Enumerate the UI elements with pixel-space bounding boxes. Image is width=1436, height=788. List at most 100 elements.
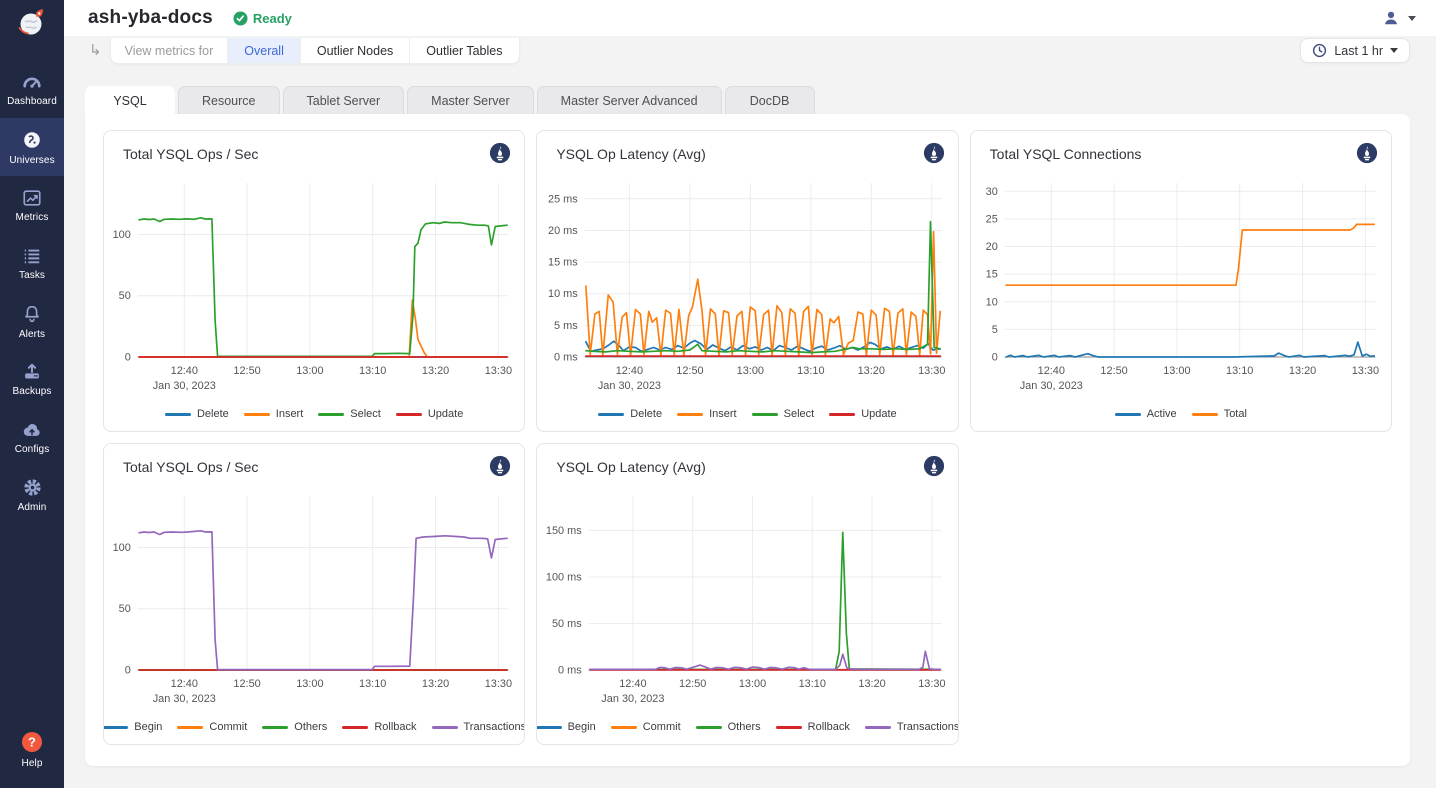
- legend-item[interactable]: Begin: [536, 721, 595, 733]
- legend-item[interactable]: Rollback: [342, 721, 416, 733]
- prometheus-link[interactable]: [489, 142, 511, 164]
- svg-text:0 ms: 0 ms: [554, 351, 578, 363]
- legend-item[interactable]: Commit: [177, 721, 247, 733]
- svg-text:12:50: 12:50: [1100, 365, 1127, 377]
- sidebar-item-tasks[interactable]: Tasks: [0, 234, 64, 292]
- legend-label: Delete: [197, 408, 229, 420]
- chart-plot[interactable]: 12:40Jan 30, 202312:5013:0013:1013:2013:…: [971, 170, 1391, 400]
- svg-text:13:20: 13:20: [422, 365, 449, 377]
- svg-text:0: 0: [125, 664, 131, 676]
- status-badge: Ready: [233, 11, 292, 26]
- status-text: Ready: [253, 11, 292, 26]
- sidebar-item-configs[interactable]: Configs: [0, 408, 64, 466]
- svg-text:50: 50: [119, 603, 131, 615]
- tab-resource[interactable]: Resource: [178, 86, 280, 114]
- legend-item[interactable]: Insert: [244, 408, 304, 420]
- content-area: ↳ View metrics for Overall Outlier Nodes…: [64, 36, 1436, 788]
- legend-swatch: [865, 726, 891, 729]
- legend-item[interactable]: Transactions: [865, 721, 959, 733]
- sidebar-item-backups[interactable]: Backups: [0, 350, 64, 408]
- prometheus-link[interactable]: [489, 455, 511, 477]
- sidebar-item-metrics[interactable]: Metrics: [0, 176, 64, 234]
- legend-swatch: [165, 413, 191, 416]
- chart-legend: Active Total: [971, 408, 1391, 420]
- scope-tab-outlier-nodes[interactable]: Outlier Nodes: [300, 38, 409, 63]
- legend-item[interactable]: Begin: [103, 721, 162, 733]
- user-menu[interactable]: [1381, 8, 1416, 28]
- svg-text:12:50: 12:50: [679, 678, 706, 690]
- svg-text:13:10: 13:10: [359, 365, 386, 377]
- legend-item[interactable]: Others: [696, 721, 761, 733]
- chart-title: Total YSQL Ops / Sec: [104, 444, 524, 475]
- svg-text:5: 5: [991, 324, 997, 336]
- tab-master-server-advanced[interactable]: Master Server Advanced: [537, 86, 722, 114]
- legend-item[interactable]: Rollback: [776, 721, 850, 733]
- sidebar-gap: [0, 46, 64, 60]
- legend-item[interactable]: Active: [1115, 408, 1177, 420]
- metrics-toolbar: ↳ View metrics for Overall Outlier Nodes…: [85, 38, 1410, 64]
- svg-text:5 ms: 5 ms: [554, 320, 578, 332]
- sidebar-item-label: Configs: [15, 444, 50, 455]
- svg-text:20: 20: [985, 241, 997, 253]
- chart-plot[interactable]: 12:40Jan 30, 202312:5013:0013:1013:2013:…: [537, 170, 957, 400]
- legend-item[interactable]: Update: [396, 408, 463, 420]
- sidebar-item-universes[interactable]: Universes: [0, 118, 64, 176]
- legend-swatch: [103, 726, 128, 729]
- scope-tab-overall[interactable]: Overall: [227, 38, 300, 63]
- sidebar-item-label: Help: [22, 758, 43, 769]
- chevron-down-icon: [1390, 48, 1398, 53]
- legend-swatch: [611, 726, 637, 729]
- yugabyte-logo[interactable]: [0, 0, 64, 46]
- sidebar-item-admin[interactable]: Admin: [0, 466, 64, 524]
- legend-label: Commit: [209, 721, 247, 733]
- legend-item[interactable]: Insert: [677, 408, 737, 420]
- tab-tablet-server[interactable]: Tablet Server: [283, 86, 405, 114]
- legend-label: Update: [428, 408, 463, 420]
- tab-master-server[interactable]: Master Server: [407, 86, 534, 114]
- sidebar-item-alerts[interactable]: Alerts: [0, 292, 64, 350]
- svg-text:20 ms: 20 ms: [548, 225, 578, 237]
- legend-item[interactable]: Update: [829, 408, 896, 420]
- sidebar-item-help[interactable]: ? Help: [0, 720, 64, 778]
- time-range-dropdown[interactable]: Last 1 hr: [1300, 38, 1410, 63]
- svg-text:Jan 30, 2023: Jan 30, 2023: [1019, 380, 1082, 392]
- legend-item[interactable]: Select: [752, 408, 815, 420]
- chart-card: YSQL Op Latency (Avg) 12:40Jan 30, 20231…: [536, 130, 958, 432]
- legend-item[interactable]: Others: [262, 721, 327, 733]
- svg-text:30: 30: [985, 186, 997, 198]
- charts-panel: Total YSQL Ops / Sec 12:40Jan 30, 202312…: [85, 114, 1410, 766]
- question-circle-icon: ?: [20, 730, 44, 754]
- sidebar-item-label: Dashboard: [7, 96, 57, 107]
- scope-tab-outlier-tables[interactable]: Outlier Tables: [409, 38, 518, 63]
- sidebar-item-label: Alerts: [19, 329, 45, 340]
- chart-legend: Begin Commit Others Rollback Transactions: [104, 721, 524, 733]
- chart-plot[interactable]: 12:40Jan 30, 202312:5013:0013:1013:2013:…: [537, 483, 957, 713]
- view-metrics-label: View metrics for: [111, 38, 228, 63]
- page-header: ash-yba-docs Ready: [64, 0, 1436, 36]
- legend-item[interactable]: Delete: [165, 408, 229, 420]
- svg-text:13:10: 13:10: [799, 678, 826, 690]
- legend-swatch: [752, 413, 778, 416]
- svg-text:100: 100: [113, 229, 131, 241]
- svg-text:Jan 30, 2023: Jan 30, 2023: [602, 693, 665, 705]
- prometheus-link[interactable]: [1356, 142, 1378, 164]
- sidebar-item-dashboard[interactable]: Dashboard: [0, 60, 64, 118]
- cloud-upload-icon: [21, 420, 43, 440]
- metrics-chart-icon: [21, 188, 43, 208]
- tab-docdb[interactable]: DocDB: [725, 86, 815, 114]
- chart-plot[interactable]: 12:40Jan 30, 202312:5013:0013:1013:2013:…: [104, 170, 524, 400]
- prometheus-link[interactable]: [923, 455, 945, 477]
- legend-swatch: [1115, 413, 1141, 416]
- tab-ysql[interactable]: YSQL: [85, 86, 175, 114]
- chart-card: Total YSQL Ops / Sec 12:40Jan 30, 202312…: [103, 130, 525, 432]
- legend-swatch: [829, 413, 855, 416]
- legend-label: Update: [861, 408, 896, 420]
- prometheus-link[interactable]: [923, 142, 945, 164]
- chart-plot[interactable]: 12:40Jan 30, 202312:5013:0013:1013:2013:…: [104, 483, 524, 713]
- svg-text:13:10: 13:10: [1226, 365, 1253, 377]
- legend-item[interactable]: Select: [318, 408, 381, 420]
- legend-item[interactable]: Delete: [598, 408, 662, 420]
- legend-item[interactable]: Transactions: [432, 721, 526, 733]
- legend-item[interactable]: Total: [1192, 408, 1247, 420]
- legend-item[interactable]: Commit: [611, 721, 681, 733]
